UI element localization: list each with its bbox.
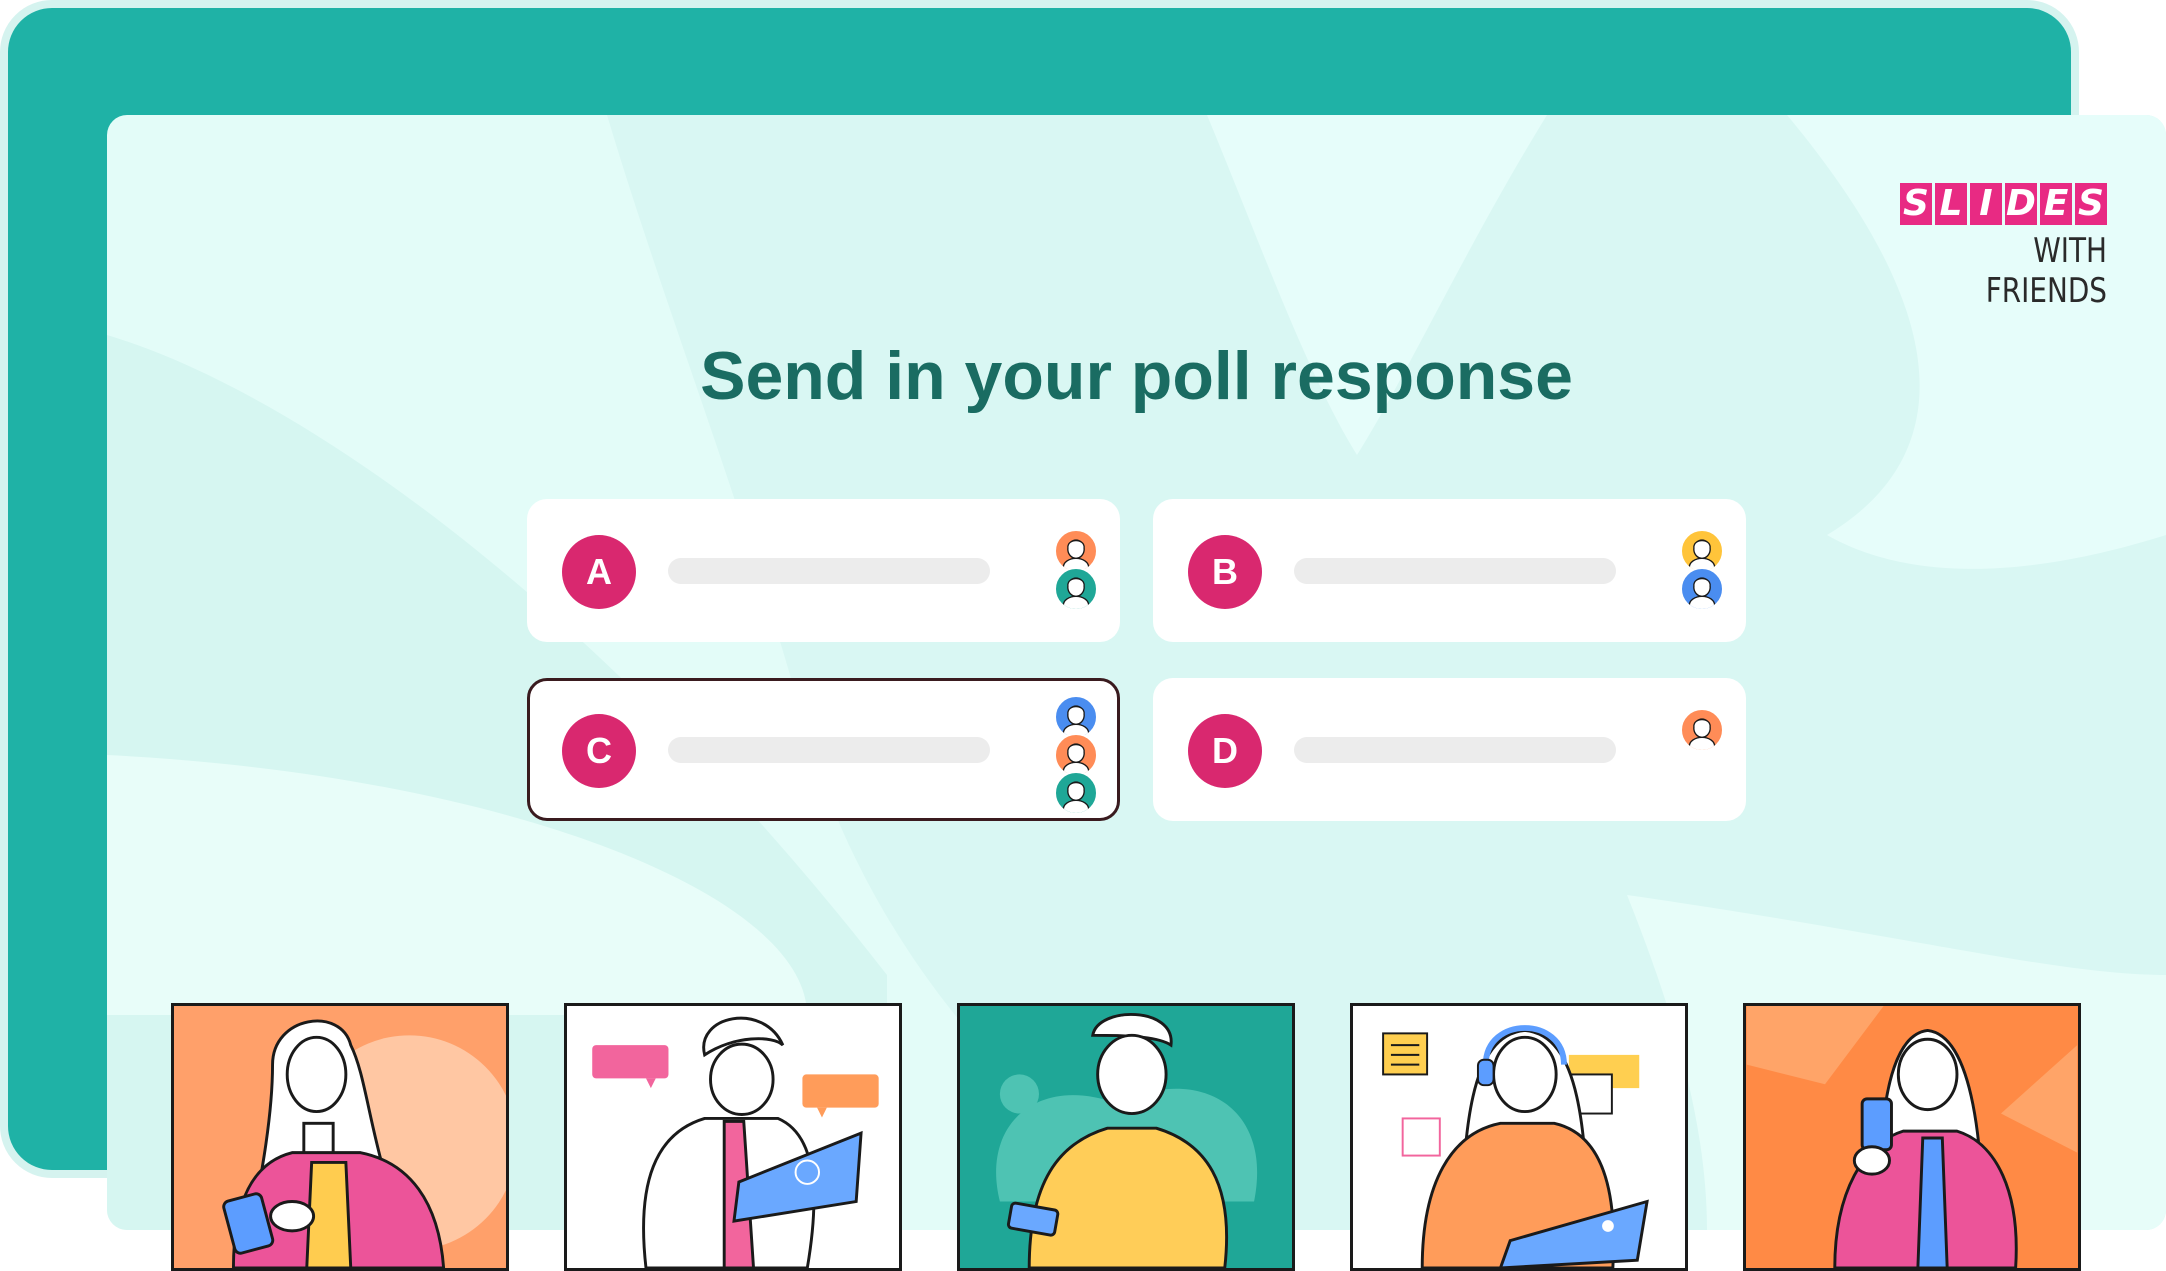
participant-tile-4 bbox=[1350, 1003, 1688, 1271]
participant-tile-1 bbox=[171, 1003, 509, 1271]
logo-letter: E bbox=[2040, 183, 2072, 225]
logo-letter: S bbox=[2075, 183, 2107, 225]
man-with-laptop-illustration bbox=[592, 1016, 879, 1268]
slides-with-friends-logo: SLIDES WITH FRIENDS bbox=[1897, 183, 2107, 311]
slide-title: Send in your poll response bbox=[700, 338, 1573, 414]
voter-avatars bbox=[1680, 708, 1724, 752]
option-text-placeholder bbox=[1294, 558, 1616, 584]
option-text-placeholder bbox=[668, 737, 990, 763]
logo-letter: I bbox=[1970, 183, 2002, 225]
logo-subtitle: WITH FRIENDS bbox=[1985, 231, 2107, 311]
voter-avatars bbox=[1680, 529, 1724, 611]
woman-with-phone-2-illustration bbox=[1746, 1006, 2078, 1268]
voter-avatars bbox=[1054, 695, 1098, 815]
person-yellow-sweater-illustration bbox=[996, 1012, 1258, 1268]
option-letter-badge: D bbox=[1188, 714, 1262, 788]
poll-option-d[interactable]: D bbox=[1153, 678, 1746, 821]
voter-avatar bbox=[1054, 567, 1098, 611]
poll-option-b[interactable]: B bbox=[1153, 499, 1746, 642]
option-text-placeholder bbox=[1294, 737, 1616, 763]
woman-with-headset-illustration bbox=[1382, 1025, 1649, 1268]
logo-letter: L bbox=[1935, 183, 1967, 225]
participant-tile-3 bbox=[957, 1003, 1295, 1271]
option-text-placeholder bbox=[668, 558, 990, 584]
voter-avatar bbox=[1054, 771, 1098, 815]
participant-tile-2 bbox=[564, 1003, 902, 1271]
logo-letter: D bbox=[2005, 183, 2037, 225]
woman-with-phone-illustration bbox=[222, 1019, 506, 1268]
option-letter-badge: B bbox=[1188, 535, 1262, 609]
option-letter-badge: C bbox=[562, 714, 636, 788]
voter-avatar bbox=[1680, 708, 1724, 752]
voter-avatars bbox=[1054, 529, 1098, 611]
poll-option-c[interactable]: C bbox=[527, 678, 1120, 821]
logo-letter: S bbox=[1900, 183, 1932, 225]
voter-avatar bbox=[1680, 567, 1724, 611]
option-letter-badge: A bbox=[562, 535, 636, 609]
participant-tile-5 bbox=[1743, 1003, 2081, 1271]
poll-option-a[interactable]: A bbox=[527, 499, 1120, 642]
